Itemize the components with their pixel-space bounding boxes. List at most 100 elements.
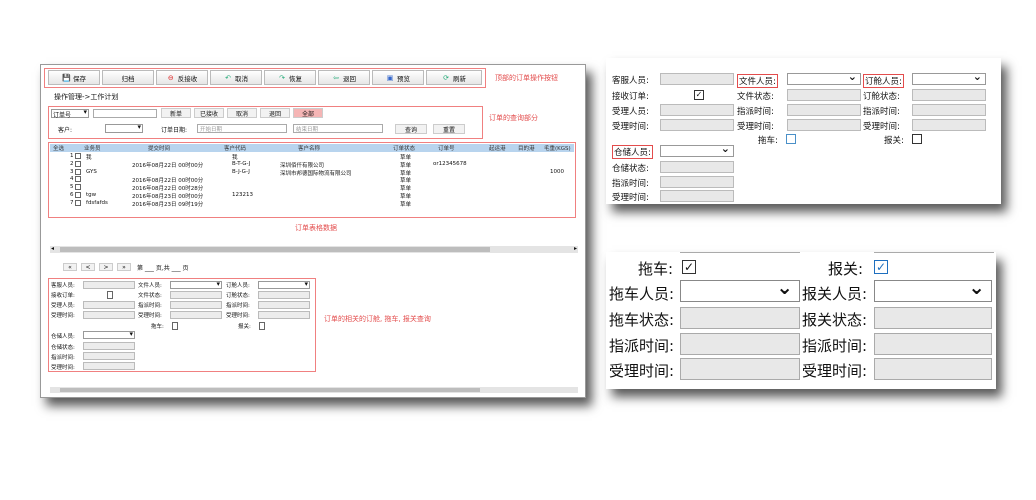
- cell-status: 草单: [400, 194, 412, 200]
- truck-label: 拖车:: [758, 136, 778, 146]
- return-button[interactable]: ⇦ 退回: [318, 70, 370, 85]
- row-checkbox[interactable]: [75, 153, 81, 159]
- small-doc_person-label: 文件人员:: [138, 283, 162, 289]
- filter-received-button[interactable]: 已接收: [194, 108, 224, 118]
- row-checkbox[interactable]: [75, 160, 81, 167]
- unreceive-button[interactable]: ⊖ 反接收: [156, 70, 208, 85]
- small-receive-checkbox[interactable]: [107, 291, 113, 299]
- row-number: 7: [70, 199, 74, 206]
- zoom-truck-label: 拖车:: [638, 260, 674, 278]
- row-checkbox[interactable]: [75, 192, 81, 198]
- bottom-scrollbar-thumb[interactable]: [60, 388, 480, 392]
- table-row[interactable]: 3 GYS B-J-G-J 深圳市邦德国际物流有限公司 草单 1000: [50, 168, 574, 177]
- zoom-customs-checkbox[interactable]: ✓: [874, 260, 888, 274]
- small-customs-checkbox[interactable]: [259, 322, 265, 330]
- small-warehouse-person-label: 仓储人员:: [51, 334, 75, 340]
- bottom-scrollbar[interactable]: [50, 387, 578, 393]
- small-doc_status-label: 文件状态:: [138, 293, 162, 299]
- col-select-all[interactable]: 全选: [53, 144, 64, 152]
- return-icon: ⇦: [333, 73, 339, 82]
- horizontal-scrollbar[interactable]: ◂ ▸: [50, 245, 578, 253]
- col-order: 订单号: [438, 146, 455, 152]
- small-booking_person-field[interactable]: [258, 280, 310, 289]
- cell-sales: GYS: [86, 168, 97, 175]
- row-checkbox[interactable]: [75, 184, 81, 191]
- receive-order-checkbox[interactable]: ✓: [694, 90, 704, 100]
- start-date-input[interactable]: 开始日期: [197, 124, 287, 133]
- row-checkbox[interactable]: [75, 199, 81, 206]
- archive-button[interactable]: 归档: [102, 70, 154, 85]
- refresh-button[interactable]: ⟳ 刷新: [426, 70, 482, 85]
- zoom-truck-checkbox[interactable]: ✓: [682, 260, 696, 274]
- customs-checkbox[interactable]: [912, 134, 922, 144]
- small-doc_status-field: [170, 291, 222, 299]
- booking-person-select[interactable]: [912, 70, 986, 85]
- cell-sales: tgw: [86, 192, 97, 198]
- pager-prev-button[interactable]: <: [81, 263, 95, 271]
- table-row[interactable]: 1 我 我 草单: [50, 153, 574, 161]
- small-truck-checkbox[interactable]: [172, 322, 178, 330]
- small-customer_service-field: [83, 281, 135, 289]
- small-doc_person-field[interactable]: [170, 280, 222, 289]
- save-button[interactable]: 💾 保存: [48, 70, 100, 85]
- small-booking_person-label: 订舱人员:: [226, 283, 250, 289]
- filter-new-button[interactable]: 新单: [161, 108, 191, 118]
- restore-button[interactable]: ↷ 恢复: [264, 70, 316, 85]
- table-row[interactable]: 5 2016年08月22日 00时28分 草单: [50, 184, 574, 192]
- row-number: 4: [70, 176, 74, 183]
- small-accept_time-label: 受理时间:: [226, 313, 250, 319]
- order-number-input[interactable]: [93, 109, 157, 118]
- pager-first-button[interactable]: «: [63, 263, 77, 271]
- warehouse-status-label: 仓储状态:: [612, 164, 649, 174]
- accept-person-label: 受理人员:: [612, 107, 649, 117]
- warehouse-status-field: [660, 161, 734, 173]
- zoom-customs-person-select[interactable]: [874, 275, 992, 302]
- small-warehouse-status-label: 仓储状态:: [51, 345, 75, 351]
- scroll-left-icon[interactable]: ◂: [51, 245, 54, 252]
- filter-cancel-button[interactable]: 取消: [227, 108, 257, 118]
- scroll-right-icon[interactable]: ▸: [574, 245, 577, 252]
- truck-checkbox[interactable]: [786, 134, 796, 144]
- small-accept_person-label: 受理人员:: [51, 303, 75, 309]
- zoom-customs-status-label: 报关状态:: [802, 311, 868, 329]
- table-row[interactable]: 4 2016年08月22日 00时00分 草单: [50, 176, 574, 185]
- pager-next-button[interactable]: >: [99, 263, 113, 271]
- main-window: 💾 保存 归档 ⊖ 反接收 ↶ 取消 ↷ 恢复 ⇦ 退回 ▣ 预览 ⟳ 刷新 顶部的订单操作按…: [40, 64, 586, 398]
- filter-all-button[interactable]: 全部: [293, 108, 323, 118]
- preview-button[interactable]: ▣ 预览: [372, 70, 424, 85]
- row-checkbox[interactable]: [75, 176, 81, 183]
- cell-code: 我: [232, 155, 238, 161]
- customer-service-field: [660, 73, 734, 85]
- filter-return-button[interactable]: 退回: [260, 108, 290, 118]
- pager-last-button[interactable]: »: [117, 263, 131, 271]
- end-date-input[interactable]: 结束日期: [293, 124, 383, 133]
- small-booking_status-field: [258, 291, 310, 299]
- cancel-button[interactable]: ↶ 取消: [210, 70, 262, 85]
- booking-status-field: [912, 89, 986, 101]
- zoom-detail-panel: 拖车: ✓ 报关: ✓ 拖车人员: 报关人员: 拖车状态: 报关状态: 指派时间…: [606, 252, 996, 389]
- customer-select[interactable]: [105, 123, 143, 133]
- table-row[interactable]: 2 2016年08月22日 00时00分 B-T-G-J 深圳佰仟有限公司 草单 or12…: [50, 160, 574, 169]
- doc-assign-time-field: [787, 104, 861, 116]
- preview-icon: ▣: [386, 73, 394, 82]
- table-row[interactable]: 6 tgw 2016年08月23日 00时00分 123213 草单: [50, 192, 574, 200]
- zoom-truck-person-select[interactable]: [680, 275, 800, 302]
- doc-person-select[interactable]: [787, 70, 861, 85]
- cell-time: 2016年08月22日 00时00分: [132, 162, 204, 169]
- zoom-truck-assign-field: [680, 333, 800, 355]
- zoom-customs-label: 报关:: [828, 260, 864, 278]
- small-booking_status-label: 订舱状态:: [226, 293, 250, 299]
- reset-button[interactable]: 重置: [433, 124, 465, 134]
- row-checkbox[interactable]: [75, 168, 81, 175]
- table-row[interactable]: 7 fdsfafds 2016年08月23日 09时19分 草单: [50, 199, 574, 208]
- scrollbar-thumb[interactable]: [60, 247, 490, 252]
- zoom-customs-accept-label: 受理时间:: [802, 362, 868, 380]
- small-warehouse-person-select[interactable]: [83, 330, 135, 339]
- order-type-select[interactable]: 订单号: [51, 108, 89, 119]
- cell-name: 深圳佰仟有限公司: [280, 162, 325, 169]
- search-button[interactable]: 查询: [395, 124, 427, 134]
- warehouse-person-select[interactable]: [660, 142, 734, 157]
- small-warehouse-assign-field: [83, 352, 135, 360]
- cell-time: 2016年08月22日 00时00分: [132, 178, 204, 185]
- col-status: 订单状态: [393, 146, 416, 152]
